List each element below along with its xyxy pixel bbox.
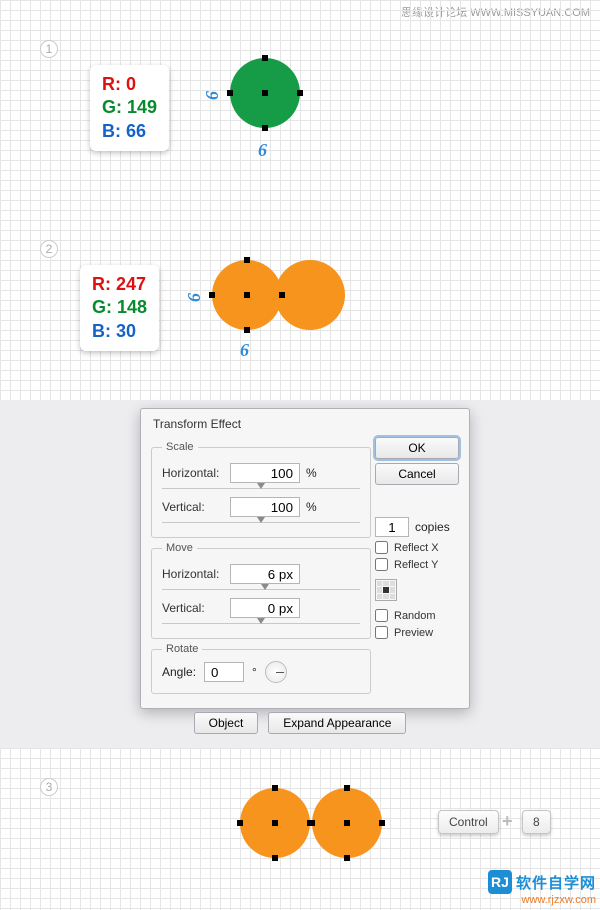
move-h-label: Horizontal: xyxy=(162,567,224,581)
dialog-area: Transform Effect Scale Horizontal: % Ver… xyxy=(0,400,600,748)
eight-key: 8 xyxy=(522,810,551,834)
reflect-y-label: Reflect Y xyxy=(394,559,438,571)
rotate-dial[interactable] xyxy=(265,661,287,683)
dim-width-2: 6 xyxy=(240,340,249,361)
orange-circle-b[interactable] xyxy=(312,788,382,858)
dialog-title: Transform Effect xyxy=(151,415,459,437)
copies-input[interactable] xyxy=(375,517,409,537)
dim-height-2: 6 xyxy=(184,293,205,302)
move-v-input[interactable] xyxy=(230,598,300,618)
object-menu-button[interactable]: Object xyxy=(194,712,259,734)
rgb1-r: R: 0 xyxy=(102,73,157,96)
rgb1-g: G: 149 xyxy=(102,96,157,119)
random-label: Random xyxy=(394,610,436,622)
scale-h-input[interactable] xyxy=(230,463,300,483)
expand-appearance-button[interactable]: Expand Appearance xyxy=(268,712,406,734)
pct-1: % xyxy=(306,466,317,480)
step-badge-3: 3 xyxy=(40,778,58,796)
rotate-group: Rotate Angle: ° xyxy=(151,643,371,694)
move-group: Move Horizontal: Vertical: xyxy=(151,542,371,639)
scale-legend: Scale xyxy=(162,441,198,453)
rgb2-r: R: 247 xyxy=(92,273,147,296)
orange-circle-a[interactable] xyxy=(240,788,310,858)
dim-height-1: 6 xyxy=(202,91,223,100)
rotate-legend: Rotate xyxy=(162,643,202,655)
logo-icon: RJ xyxy=(488,870,512,894)
rgb2-b: B: 30 xyxy=(92,320,147,343)
scale-group: Scale Horizontal: % Vertical: % xyxy=(151,441,371,538)
deg-symbol: ° xyxy=(252,665,257,679)
random-checkbox[interactable] xyxy=(375,609,388,622)
preview-label: Preview xyxy=(394,627,433,639)
move-h-input[interactable] xyxy=(230,564,300,584)
rgb1-b: B: 66 xyxy=(102,120,157,143)
ok-button[interactable]: OK xyxy=(375,437,459,459)
reflect-x-checkbox[interactable] xyxy=(375,541,388,554)
dim-width-1: 6 xyxy=(258,140,267,161)
transform-effect-dialog: Transform Effect Scale Horizontal: % Ver… xyxy=(140,408,470,709)
brand-cn: 软件自学网 xyxy=(516,872,596,893)
reflect-y-checkbox[interactable] xyxy=(375,558,388,571)
cancel-button[interactable]: Cancel xyxy=(375,463,459,485)
rgb2-g: G: 148 xyxy=(92,296,147,319)
step-badge-2: 2 xyxy=(40,240,58,258)
brand-url: www.rjzxw.com xyxy=(488,894,596,906)
pct-2: % xyxy=(306,500,317,514)
orange-circle[interactable] xyxy=(212,260,282,330)
scale-v-input[interactable] xyxy=(230,497,300,517)
move-v-label: Vertical: xyxy=(162,601,224,615)
rotate-input[interactable] xyxy=(204,662,244,682)
step-1-area: 1 R: 0 G: 149 B: 66 6 6 xyxy=(0,0,600,210)
reflect-x-label: Reflect X xyxy=(394,542,439,554)
preview-checkbox[interactable] xyxy=(375,626,388,639)
watermark-bottom: RJ 软件自学网 www.rjzxw.com xyxy=(488,870,596,906)
step-badge-1: 1 xyxy=(40,40,58,58)
scale-v-label: Vertical: xyxy=(162,500,224,514)
green-circle[interactable] xyxy=(230,58,300,128)
move-legend: Move xyxy=(162,542,197,554)
reference-point[interactable] xyxy=(375,579,397,601)
rgb-card-1: R: 0 G: 149 B: 66 xyxy=(90,65,169,151)
copies-label: copies xyxy=(415,520,450,534)
rgb-card-2: R: 247 G: 148 B: 30 xyxy=(80,265,159,351)
rotate-label: Angle: xyxy=(162,665,196,679)
plus-icon: + xyxy=(502,811,513,832)
scale-h-label: Horizontal: xyxy=(162,466,224,480)
orange-circle-copy xyxy=(275,260,345,330)
control-key: Control xyxy=(438,810,499,834)
step-2-area: 2 R: 247 G: 148 B: 30 6 6 xyxy=(0,210,600,400)
